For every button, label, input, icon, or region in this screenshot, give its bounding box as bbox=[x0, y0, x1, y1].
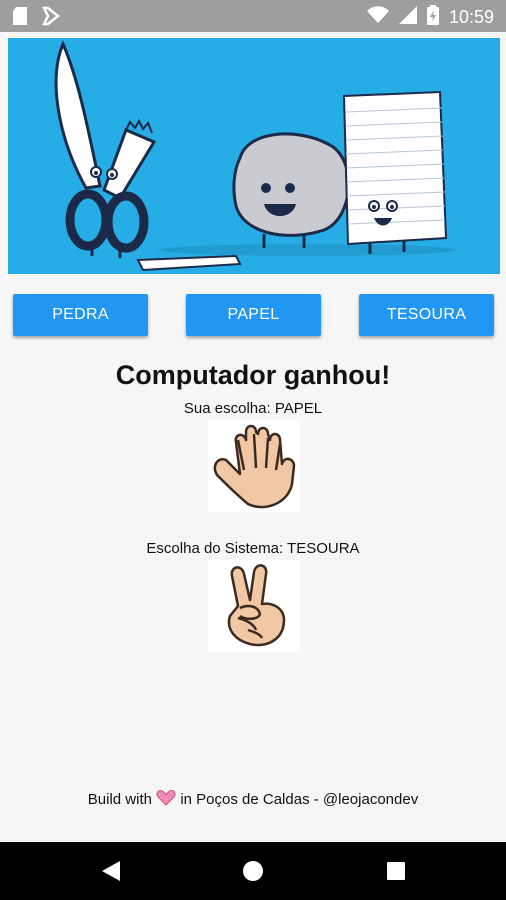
battery-icon bbox=[426, 5, 439, 30]
hero-illustration bbox=[8, 38, 500, 274]
footer-suffix: in Poços de Caldas - @leojacondev bbox=[180, 790, 419, 808]
signal-icon bbox=[398, 6, 417, 29]
navigation-bar bbox=[0, 842, 506, 900]
system-choice-label: Escolha do Sistema: TESOURA bbox=[146, 540, 360, 557]
user-choice-label: Sua escolha: PAPEL bbox=[183, 400, 323, 417]
papel-button[interactable]: PAPEL bbox=[186, 294, 321, 336]
notification-icon bbox=[41, 6, 61, 31]
status-bar: 10:59 bbox=[0, 0, 506, 32]
home-icon[interactable] bbox=[242, 860, 264, 887]
back-icon[interactable] bbox=[100, 859, 122, 888]
heart-icon bbox=[156, 790, 176, 810]
recents-icon[interactable] bbox=[387, 862, 405, 885]
victory-hand-icon bbox=[208, 560, 300, 652]
open-hand-icon bbox=[208, 420, 300, 512]
choice-buttons: PEDRA PAPEL TESOURA bbox=[0, 294, 506, 338]
pedra-button[interactable]: PEDRA bbox=[13, 294, 148, 336]
footer-prefix: Build with bbox=[87, 790, 152, 808]
tesoura-button[interactable]: TESOURA bbox=[359, 294, 494, 336]
scissors-rock-paper-illustration bbox=[54, 40, 458, 272]
result-title: Computador ganhou! bbox=[115, 360, 391, 390]
sd-card-icon bbox=[12, 6, 28, 31]
footer: Build with in Poços de Caldas - @leojaco… bbox=[0, 790, 506, 810]
clock: 10:59 bbox=[448, 7, 494, 27]
wifi-icon bbox=[366, 6, 389, 29]
